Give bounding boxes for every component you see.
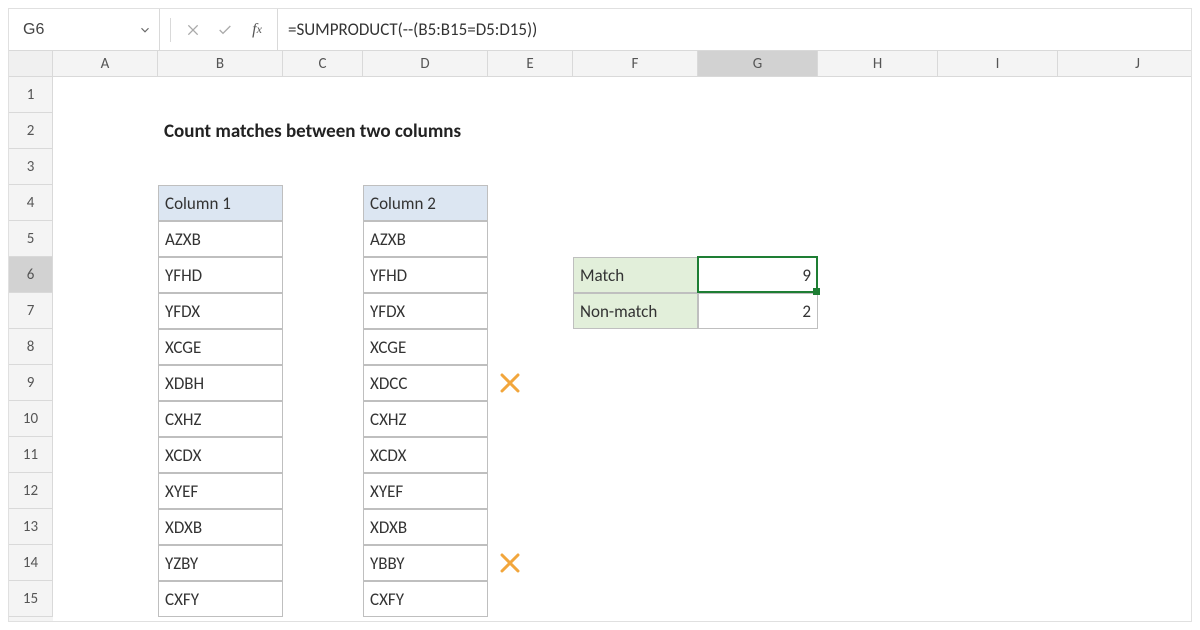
select-all-corner[interactable]	[9, 51, 53, 76]
mismatch-icon-14	[488, 545, 573, 581]
enter-formula-icon[interactable]	[211, 16, 239, 44]
cancel-formula-icon[interactable]	[179, 16, 207, 44]
table1-cell-4[interactable]: XCGE	[158, 329, 283, 365]
row-header-10[interactable]: 10	[9, 401, 53, 437]
formula-bar: fx =SUMPRODUCT(--(B5:B15=D5:D15))	[9, 9, 1191, 51]
row-header-8[interactable]: 8	[9, 329, 53, 365]
row-header-9[interactable]: 9	[9, 365, 53, 401]
table2-cell-7[interactable]: XCDX	[363, 437, 488, 473]
table1-header[interactable]: Column 1	[158, 185, 283, 221]
table2-cell-4[interactable]: XCGE	[363, 329, 488, 365]
table2-cell-10[interactable]: YBBY	[363, 545, 488, 581]
column-header-C[interactable]: C	[283, 51, 363, 76]
table1-cell-8[interactable]: XYEF	[158, 473, 283, 509]
spreadsheet-frame: fx =SUMPRODUCT(--(B5:B15=D5:D15)) ABCDEF…	[0, 0, 1200, 630]
column-header-I[interactable]: I	[938, 51, 1058, 76]
match-value[interactable]: 9	[698, 257, 818, 293]
row-header-11[interactable]: 11	[9, 437, 53, 473]
table2-cell-5[interactable]: XDCC	[363, 365, 488, 401]
formula-input[interactable]: =SUMPRODUCT(--(B5:B15=D5:D15))	[278, 9, 1191, 50]
row-header-14[interactable]: 14	[9, 545, 53, 581]
row-header-5[interactable]: 5	[9, 221, 53, 257]
formula-bar-buttons: fx	[160, 9, 278, 50]
name-box-wrap	[9, 9, 160, 50]
column-header-J[interactable]: J	[1058, 51, 1200, 76]
column-header-G[interactable]: G	[698, 51, 818, 76]
column-header-A[interactable]: A	[53, 51, 158, 76]
column-header-D[interactable]: D	[363, 51, 488, 76]
row-header-3[interactable]: 3	[9, 149, 53, 185]
table2-cell-8[interactable]: XYEF	[363, 473, 488, 509]
table2-header[interactable]: Column 2	[363, 185, 488, 221]
column-header-F[interactable]: F	[573, 51, 698, 76]
table1-cell-7[interactable]: XCDX	[158, 437, 283, 473]
column-header-H[interactable]: H	[818, 51, 938, 76]
table1-cell-5[interactable]: XDBH	[158, 365, 283, 401]
row-header-13[interactable]: 13	[9, 509, 53, 545]
nonmatch-label[interactable]: Non-match	[573, 293, 698, 329]
table2-cell-2[interactable]: YFHD	[363, 257, 488, 293]
nonmatch-value[interactable]: 2	[698, 293, 818, 329]
row-header-6[interactable]: 6	[9, 257, 53, 293]
row-header-15[interactable]: 15	[9, 581, 53, 617]
mismatch-icon-9	[488, 365, 573, 401]
table2-cell-11[interactable]: CXFY	[363, 581, 488, 617]
name-box[interactable]	[17, 16, 135, 44]
table2-cell-3[interactable]: YFDX	[363, 293, 488, 329]
sep-icon	[170, 18, 171, 42]
column-header-E[interactable]: E	[488, 51, 573, 76]
page-title[interactable]: Count matches between two columns	[158, 113, 578, 149]
name-box-dropdown-icon[interactable]	[135, 20, 155, 40]
row-header-2[interactable]: 2	[9, 113, 53, 149]
table1-cell-2[interactable]: YFHD	[158, 257, 283, 293]
table1-cell-10[interactable]: YZBY	[158, 545, 283, 581]
grid-body: 123456789101112131415 Count matches betw…	[9, 77, 1191, 621]
match-label[interactable]: Match	[573, 257, 698, 293]
table1-cell-1[interactable]: AZXB	[158, 221, 283, 257]
row-headers: 123456789101112131415	[9, 77, 53, 621]
spreadsheet-inner: fx =SUMPRODUCT(--(B5:B15=D5:D15)) ABCDEF…	[8, 8, 1192, 622]
row-header-1[interactable]: 1	[9, 77, 53, 113]
column-header-B[interactable]: B	[158, 51, 283, 76]
insert-function-icon[interactable]: fx	[243, 16, 271, 44]
table2-cell-1[interactable]: AZXB	[363, 221, 488, 257]
cells-layer[interactable]: Count matches between two columns Column …	[53, 77, 1191, 621]
table2-cell-9[interactable]: XDXB	[363, 509, 488, 545]
column-headers: ABCDEFGHIJ	[9, 51, 1191, 77]
table1-cell-3[interactable]: YFDX	[158, 293, 283, 329]
table2-cell-6[interactable]: CXHZ	[363, 401, 488, 437]
row-header-4[interactable]: 4	[9, 185, 53, 221]
table1-cell-11[interactable]: CXFY	[158, 581, 283, 617]
table1-cell-6[interactable]: CXHZ	[158, 401, 283, 437]
row-header-12[interactable]: 12	[9, 473, 53, 509]
table1-cell-9[interactable]: XDXB	[158, 509, 283, 545]
row-header-7[interactable]: 7	[9, 293, 53, 329]
